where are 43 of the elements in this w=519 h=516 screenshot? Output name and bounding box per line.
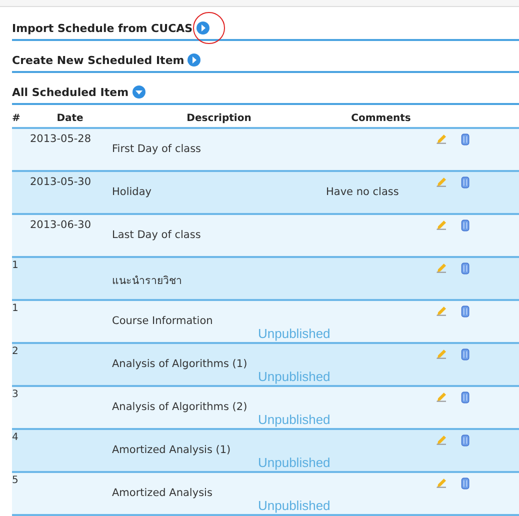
row-number: 1: [12, 303, 18, 314]
status-label: Unpublished: [258, 498, 330, 513]
section-title: All Scheduled Item: [12, 86, 129, 98]
section-title: Create New Scheduled Item: [12, 54, 184, 66]
expand-icon[interactable]: [196, 21, 210, 35]
description-text: Course Information: [112, 315, 213, 327]
row-number: 1: [12, 260, 18, 271]
description-text: แนะนำรายวิชา: [112, 275, 182, 287]
column-header: Description: [186, 113, 252, 126]
date-text: 2013-06-30: [30, 219, 92, 231]
status-label: Unpublished: [258, 369, 330, 384]
status-label: Unpublished: [258, 412, 330, 427]
description-text: Analysis of Algorithms (2): [112, 401, 248, 413]
trash-icon[interactable]: [461, 432, 470, 449]
trash-icon[interactable]: [461, 217, 470, 234]
trash-icon[interactable]: [461, 174, 470, 191]
column-header: Date: [56, 113, 84, 126]
section-title: Import Schedule from CUCAS: [12, 22, 193, 34]
row-number: 3: [12, 389, 18, 400]
description-text: Holiday: [112, 186, 152, 198]
expand-icon[interactable]: [132, 85, 146, 99]
date-text: 2013-05-30: [30, 176, 92, 188]
trash-icon[interactable]: [461, 346, 470, 363]
comment-text: Have no class: [326, 186, 399, 198]
column-header: Comments: [350, 113, 412, 126]
description-text: Amortized Analysis: [112, 487, 212, 499]
date-text: 2013-05-28: [30, 133, 92, 145]
column-header: #: [12, 113, 22, 126]
trash-icon[interactable]: [461, 389, 470, 406]
trash-icon[interactable]: [461, 131, 470, 148]
status-label: Unpublished: [258, 455, 330, 470]
description-text: First Day of class: [112, 143, 202, 155]
trash-icon[interactable]: [461, 260, 470, 277]
description-text: Amortized Analysis (1): [112, 444, 231, 456]
description-text: Analysis of Algorithms (1): [112, 358, 248, 370]
description-text: Last Day of class: [112, 229, 201, 241]
trash-icon[interactable]: [461, 303, 470, 320]
row-number: 2: [12, 346, 18, 357]
row-number: 4: [12, 432, 18, 443]
expand-icon[interactable]: [187, 53, 202, 67]
trash-icon[interactable]: [461, 475, 470, 492]
status-label: Unpublished: [258, 326, 330, 341]
row-number: 5: [12, 475, 18, 486]
